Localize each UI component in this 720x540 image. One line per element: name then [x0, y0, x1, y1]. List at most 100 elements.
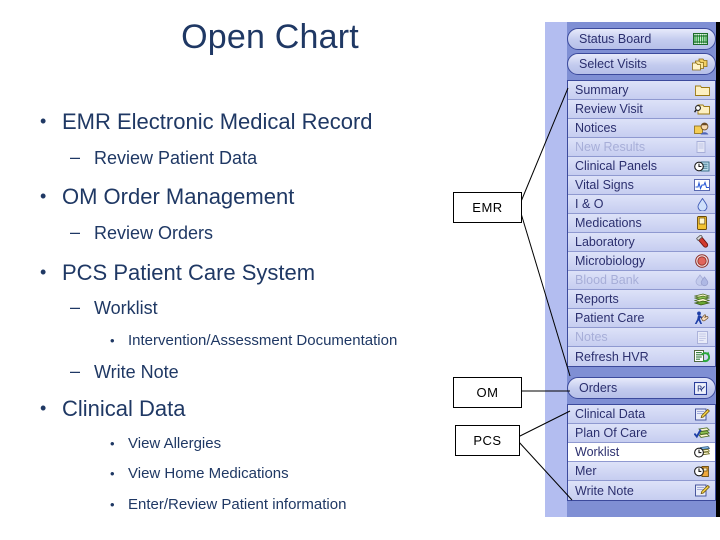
- menu-item-refresh-hvr[interactable]: Refresh HVR: [568, 347, 715, 366]
- menu-button-status-board[interactable]: Status Board: [567, 28, 716, 50]
- write-note-icon: [694, 483, 710, 498]
- menu-label: Notices: [575, 121, 617, 135]
- outline-text: EMR Electronic Medical Record: [62, 109, 373, 134]
- menu-label: Clinical Panels: [575, 159, 657, 173]
- pcs-menu-group: Clinical Data Plan Of Care Worklist Mer …: [567, 404, 716, 501]
- callout-label: PCS: [473, 433, 502, 448]
- outline-item-level1: • PCS Patient Care System: [40, 259, 546, 288]
- bullet-glyph: •: [110, 333, 115, 349]
- menu-label: Notes: [575, 330, 608, 344]
- menu-label: Plan Of Care: [575, 426, 648, 440]
- outline-item-level2: – Review Orders: [70, 222, 546, 246]
- menu-label: Medications: [575, 216, 642, 230]
- menu-button-orders[interactable]: Orders R: [567, 377, 716, 399]
- bullet-glyph: •: [40, 186, 47, 207]
- bullet-glyph: •: [40, 261, 47, 282]
- emr-menu-group: Summary Review Visit Notices New Results…: [567, 80, 716, 367]
- outline-text: Worklist: [94, 298, 158, 319]
- new-results-icon: [694, 140, 710, 155]
- menu-item-plan-of-care[interactable]: Plan Of Care: [568, 424, 715, 443]
- outline-item-level3: • Enter/Review Patient information: [110, 495, 546, 515]
- menu-label: Write Note: [575, 483, 634, 498]
- menu-item-reports[interactable]: Reports: [568, 290, 715, 309]
- patient-care-icon: [694, 311, 710, 326]
- panel-right-edge: [716, 22, 720, 517]
- callout-pcs: PCS: [455, 425, 520, 456]
- outline-item-level2: – Worklist: [70, 297, 546, 321]
- bullet-glyph: •: [110, 466, 115, 482]
- panel-left-strip: [545, 22, 567, 517]
- menu-item-i-and-o[interactable]: I & O: [568, 195, 715, 214]
- menu-item-notes[interactable]: Notes: [568, 328, 715, 347]
- menu-item-patient-care[interactable]: Patient Care: [568, 309, 715, 328]
- bullet-glyph: –: [70, 221, 81, 242]
- clock-panel-icon: [694, 159, 710, 174]
- person-notice-icon: [694, 121, 710, 136]
- menu-label: Refresh HVR: [575, 349, 649, 364]
- orders-icon: R: [692, 381, 708, 396]
- outline-text: Review Patient Data: [94, 147, 258, 168]
- outline-item-level3: • View Home Medications: [110, 464, 546, 484]
- bullet-glyph: •: [40, 398, 47, 419]
- menu-label: Patient Care: [575, 311, 645, 325]
- menu-label: Worklist: [575, 445, 620, 459]
- menu-item-summary[interactable]: Summary: [568, 81, 715, 100]
- petri-dish-icon: [694, 254, 710, 269]
- menu-item-review-visit[interactable]: Review Visit: [568, 100, 715, 119]
- menu-item-write-note[interactable]: Write Note: [568, 481, 715, 500]
- slide-canvas: Open Chart • EMR Electronic Medical Reco…: [0, 0, 720, 540]
- menu-label: New Results: [575, 140, 646, 154]
- outline-item-level3: • Intervention/Assessment Documentation: [110, 331, 546, 351]
- outline-text: View Home Medications: [128, 465, 289, 483]
- menu-label: Orders: [579, 381, 618, 395]
- bullet-glyph: –: [70, 297, 81, 318]
- menu-item-laboratory[interactable]: Laboratory: [568, 233, 715, 252]
- stacked-folders-icon: [692, 57, 708, 72]
- menu-label: Select Visits: [579, 57, 647, 71]
- bullet-glyph: –: [70, 146, 81, 167]
- bullet-glyph: –: [70, 361, 81, 382]
- droplet-icon: [694, 197, 710, 212]
- menu-label: Summary: [575, 83, 629, 97]
- menu-label: Laboratory: [575, 235, 635, 249]
- menu-item-worklist[interactable]: Worklist: [568, 443, 715, 462]
- menu-item-notices[interactable]: Notices: [568, 119, 715, 138]
- outline-text: PCS Patient Care System: [62, 259, 316, 285]
- worklist-clock-icon: [694, 445, 710, 460]
- menu-button-select-visits[interactable]: Select Visits: [567, 53, 716, 75]
- plan-of-care-icon: [694, 426, 710, 441]
- page-title: Open Chart: [181, 18, 359, 56]
- callout-label: EMR: [472, 200, 503, 215]
- menu-item-new-results[interactable]: New Results: [568, 138, 715, 157]
- clinical-data-icon: [694, 407, 710, 422]
- bullet-glyph: •: [110, 435, 115, 451]
- menu-item-blood-bank[interactable]: Blood Bank: [568, 271, 715, 290]
- menu-item-microbiology[interactable]: Microbiology: [568, 252, 715, 271]
- menu-item-vital-signs[interactable]: Vital Signs: [568, 176, 715, 195]
- callout-label: OM: [476, 385, 499, 400]
- callout-om: OM: [453, 377, 522, 408]
- outline-text: Review Orders: [94, 222, 214, 243]
- menu-item-mer[interactable]: Mer: [568, 462, 715, 481]
- menu-item-clinical-data[interactable]: Clinical Data: [568, 405, 715, 424]
- green-book-icon: [694, 292, 710, 307]
- bullet-glyph: •: [110, 496, 115, 512]
- outline-text: Intervention/Assessment Documentation: [128, 332, 398, 350]
- application-menu-panel: Status Board Select Visits Summary Revie…: [545, 22, 720, 517]
- menu-item-clinical-panels[interactable]: Clinical Panels: [568, 157, 715, 176]
- menu-label: Microbiology: [575, 254, 646, 268]
- callout-emr: EMR: [453, 192, 522, 223]
- bullet-glyph: •: [40, 111, 47, 131]
- menu-label: Reports: [575, 292, 619, 306]
- menu-item-medications[interactable]: Medications: [568, 214, 715, 233]
- menu-label: Blood Bank: [575, 273, 639, 287]
- vitals-chart-icon: [694, 178, 710, 193]
- menu-label: Review Visit: [575, 102, 643, 116]
